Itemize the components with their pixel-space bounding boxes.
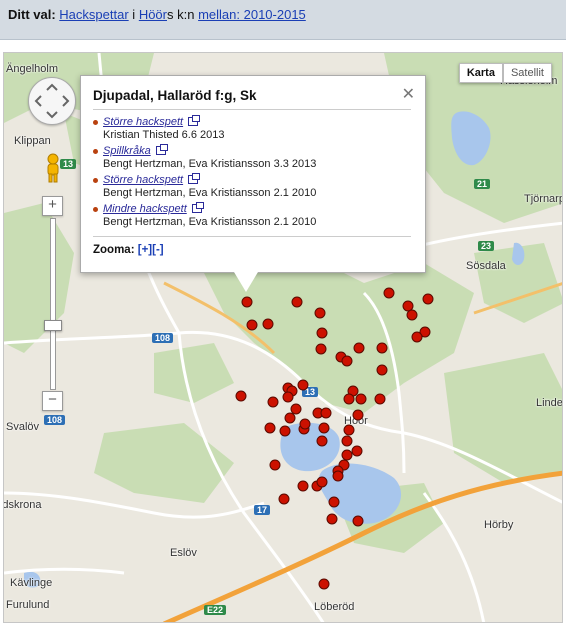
bullet-icon bbox=[93, 178, 98, 183]
observation-marker[interactable] bbox=[328, 496, 340, 508]
bullet-icon bbox=[93, 120, 98, 125]
observation-marker[interactable] bbox=[297, 379, 309, 391]
map-type-satellit-button[interactable]: Satellit bbox=[502, 63, 552, 83]
popup-zoom-row: Zooma: [+][-] bbox=[93, 236, 411, 256]
observation-marker[interactable] bbox=[332, 470, 344, 482]
observation-marker[interactable] bbox=[264, 422, 276, 434]
species-link[interactable]: Större hackspett bbox=[103, 116, 183, 128]
observer-text: Bengt Hertzman, Eva Kristiansson 2.1 201… bbox=[103, 187, 317, 199]
observation-marker[interactable] bbox=[241, 296, 253, 308]
close-icon[interactable]: ✕ bbox=[402, 84, 415, 104]
zoom-slider-track[interactable] bbox=[50, 218, 56, 390]
external-link-icon[interactable] bbox=[191, 202, 204, 213]
observation-marker[interactable] bbox=[279, 425, 291, 437]
observer-text: Bengt Hertzman, Eva Kristiansson 2.1 201… bbox=[103, 216, 317, 228]
observation-marker[interactable] bbox=[376, 342, 388, 354]
observation-marker[interactable] bbox=[326, 513, 338, 525]
observation-marker[interactable] bbox=[422, 293, 434, 305]
zoom-slider-handle[interactable] bbox=[44, 320, 62, 331]
observation-marker[interactable] bbox=[315, 343, 327, 355]
observation-marker[interactable] bbox=[318, 578, 330, 590]
selection-text-in: i bbox=[132, 7, 136, 22]
popup-pointer bbox=[234, 272, 258, 292]
external-link-icon[interactable] bbox=[188, 115, 201, 126]
map-type-karta-button[interactable]: Karta bbox=[458, 63, 503, 83]
observation-marker[interactable] bbox=[355, 393, 367, 405]
pan-arrows-icon bbox=[34, 83, 70, 119]
observation-item: Spillkråka Bengt Hertzman, Eva Kristians… bbox=[93, 144, 411, 170]
observation-marker[interactable] bbox=[320, 407, 332, 419]
observation-marker[interactable] bbox=[246, 319, 258, 331]
observation-marker[interactable] bbox=[284, 412, 296, 424]
pan-control[interactable] bbox=[28, 77, 76, 125]
observation-marker[interactable] bbox=[352, 409, 364, 421]
observation-marker[interactable] bbox=[374, 393, 386, 405]
selection-text-kn: s k:n bbox=[167, 7, 195, 22]
observation-marker[interactable] bbox=[343, 393, 355, 405]
map-type-toggle: Karta Satellit bbox=[458, 63, 552, 83]
observation-marker[interactable] bbox=[278, 493, 290, 505]
bullet-icon bbox=[93, 149, 98, 154]
observer-text: Bengt Hertzman, Eva Kristiansson 3.3 201… bbox=[103, 158, 317, 170]
info-popup: ✕ Djupadal, Hallaröd f:g, Sk Större hack… bbox=[80, 75, 426, 273]
observation-marker[interactable] bbox=[351, 445, 363, 457]
observation-marker[interactable] bbox=[376, 364, 388, 376]
street-view-pegman-icon[interactable] bbox=[42, 153, 64, 183]
zoom-label: Zooma: bbox=[93, 244, 135, 256]
observation-marker[interactable] bbox=[383, 287, 395, 299]
observation-marker[interactable] bbox=[262, 318, 274, 330]
observation-marker[interactable] bbox=[318, 422, 330, 434]
species-link[interactable]: Mindre hackspett bbox=[103, 203, 187, 215]
municipality-link[interactable]: Höör bbox=[139, 7, 167, 22]
observation-marker[interactable] bbox=[282, 391, 294, 403]
observation-marker[interactable] bbox=[269, 459, 281, 471]
observation-marker[interactable] bbox=[235, 390, 247, 402]
map-view[interactable]: Ängelholm Klippan Hässleholm Sösdala Sva… bbox=[3, 52, 563, 623]
observation-marker[interactable] bbox=[341, 435, 353, 447]
observation-marker[interactable] bbox=[341, 449, 353, 461]
observation-marker[interactable] bbox=[411, 331, 423, 343]
zoom-out-button[interactable]: − bbox=[42, 391, 63, 411]
observation-marker[interactable] bbox=[402, 300, 414, 312]
observation-marker[interactable] bbox=[352, 515, 364, 527]
observer-text: Kristian Thisted 6.6 2013 bbox=[103, 129, 225, 141]
observation-marker[interactable] bbox=[291, 296, 303, 308]
observation-marker[interactable] bbox=[314, 307, 326, 319]
observation-marker[interactable] bbox=[406, 309, 418, 321]
observation-marker[interactable] bbox=[267, 396, 279, 408]
species-link[interactable]: Spillkråka bbox=[103, 145, 151, 157]
external-link-icon[interactable] bbox=[155, 144, 168, 155]
observation-marker[interactable] bbox=[290, 403, 302, 415]
observation-item: Större hackspett Kristian Thisted 6.6 20… bbox=[93, 115, 411, 141]
species-link[interactable]: Hackspettar bbox=[59, 7, 128, 22]
observation-marker[interactable] bbox=[353, 342, 365, 354]
popup-title: Djupadal, Hallaröd f:g, Sk bbox=[93, 88, 411, 110]
observation-marker[interactable] bbox=[316, 435, 328, 447]
observation-marker[interactable] bbox=[343, 424, 355, 436]
observation-marker[interactable] bbox=[299, 418, 311, 430]
observation-item: Mindre hackspett Bengt Hertzman, Eva Kri… bbox=[93, 202, 411, 228]
observation-item: Större hackspett Bengt Hertzman, Eva Kri… bbox=[93, 173, 411, 199]
selection-prefix: Ditt val: bbox=[8, 7, 56, 22]
external-link-icon[interactable] bbox=[188, 173, 201, 184]
popup-zoom-out-link[interactable]: [-] bbox=[152, 244, 164, 256]
selection-bar: Ditt val: Hackspettar i Höörs k:n mellan… bbox=[0, 0, 566, 40]
species-link[interactable]: Större hackspett bbox=[103, 174, 183, 186]
period-link[interactable]: mellan: 2010-2015 bbox=[198, 7, 306, 22]
bullet-icon bbox=[93, 207, 98, 212]
zoom-in-button[interactable]: + bbox=[42, 196, 63, 216]
observation-marker[interactable] bbox=[316, 327, 328, 339]
observation-marker[interactable] bbox=[341, 355, 353, 367]
observation-marker[interactable] bbox=[316, 476, 328, 488]
observation-marker[interactable] bbox=[297, 480, 309, 492]
popup-zoom-in-link[interactable]: [+] bbox=[138, 244, 152, 256]
